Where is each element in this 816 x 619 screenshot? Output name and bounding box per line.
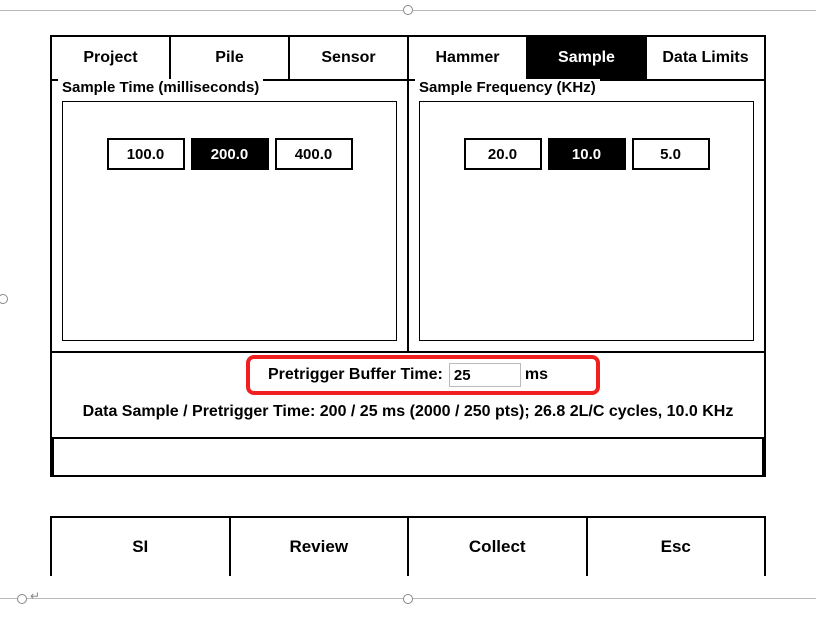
- sample-time-panel: Sample Time (milliseconds) 100.0 200.0 4…: [52, 81, 409, 351]
- paragraph-mark-icon: ↵: [30, 589, 40, 603]
- bottom-button-row: SI Review Collect Esc: [50, 516, 766, 576]
- tab-sample[interactable]: Sample: [528, 37, 647, 79]
- sample-freq-options: 20.0 10.0 5.0: [419, 101, 754, 341]
- review-button[interactable]: Review: [231, 518, 410, 576]
- data-sample-summary: Data Sample / Pretrigger Time: 200 / 25 …: [52, 395, 764, 437]
- sample-time-options: 100.0 200.0 400.0: [62, 101, 397, 341]
- selection-handle-bottom[interactable]: [403, 594, 413, 604]
- sample-time-200[interactable]: 200.0: [191, 138, 269, 170]
- sample-settings-panel: Project Pile Sensor Hammer Sample Data L…: [50, 35, 766, 477]
- sample-freq-10[interactable]: 10.0: [548, 138, 626, 170]
- tab-pile[interactable]: Pile: [171, 37, 290, 79]
- esc-button[interactable]: Esc: [588, 518, 765, 576]
- panels-row: Sample Time (milliseconds) 100.0 200.0 4…: [52, 81, 764, 353]
- selection-handle-left[interactable]: [0, 294, 8, 304]
- pretrigger-label: Pretrigger Buffer Time:: [268, 366, 443, 384]
- tab-data-limits[interactable]: Data Limits: [647, 37, 764, 79]
- sample-freq-20[interactable]: 20.0: [464, 138, 542, 170]
- pretrigger-row: Pretrigger Buffer Time: ms: [52, 353, 764, 395]
- sample-freq-panel: Sample Frequency (KHz) 20.0 10.0 5.0: [409, 81, 764, 351]
- sample-freq-legend: Sample Frequency (KHz): [415, 79, 600, 96]
- selection-handle-top[interactable]: [403, 5, 413, 15]
- collect-button[interactable]: Collect: [409, 518, 588, 576]
- tab-project[interactable]: Project: [52, 37, 171, 79]
- pretrigger-input[interactable]: [449, 363, 521, 387]
- selection-handle-leftbottom[interactable]: [17, 594, 27, 604]
- tab-sensor[interactable]: Sensor: [290, 37, 409, 79]
- lower-spacer: [52, 439, 764, 475]
- si-button[interactable]: SI: [52, 518, 231, 576]
- sample-time-100[interactable]: 100.0: [107, 138, 185, 170]
- top-tabs: Project Pile Sensor Hammer Sample Data L…: [52, 37, 764, 81]
- tab-hammer[interactable]: Hammer: [409, 37, 528, 79]
- sample-time-400[interactable]: 400.0: [275, 138, 353, 170]
- pretrigger-unit: ms: [525, 366, 548, 384]
- sample-freq-5[interactable]: 5.0: [632, 138, 710, 170]
- sample-time-legend: Sample Time (milliseconds): [58, 79, 263, 96]
